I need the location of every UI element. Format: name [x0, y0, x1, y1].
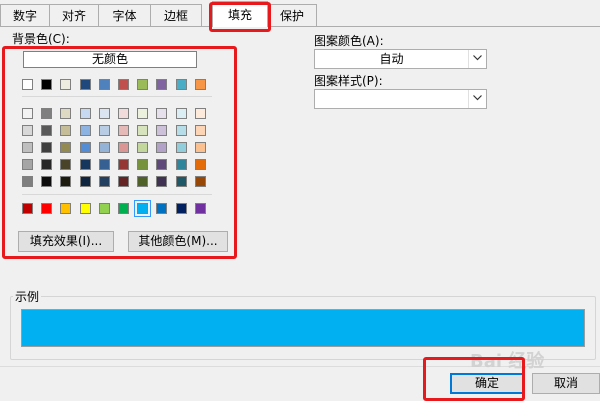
- color-swatch[interactable]: [194, 159, 206, 170]
- color-swatch[interactable]: [41, 142, 53, 153]
- color-swatch[interactable]: [137, 79, 149, 90]
- color-swatch[interactable]: [98, 142, 110, 153]
- color-swatch[interactable]: [175, 176, 187, 187]
- color-swatch[interactable]: [60, 142, 72, 153]
- color-swatch[interactable]: [137, 108, 149, 119]
- color-swatch[interactable]: [156, 159, 168, 170]
- color-swatch[interactable]: [118, 203, 129, 214]
- color-swatch[interactable]: [60, 108, 72, 119]
- color-swatch[interactable]: [60, 79, 72, 90]
- color-swatch[interactable]: [137, 176, 149, 187]
- color-swatch[interactable]: [134, 200, 152, 217]
- tab-protection[interactable]: 保护: [267, 4, 317, 26]
- color-swatch[interactable]: [194, 142, 206, 153]
- color-swatch[interactable]: [137, 125, 149, 136]
- color-swatch[interactable]: [118, 142, 129, 153]
- color-swatch[interactable]: [118, 79, 129, 90]
- color-swatch[interactable]: [194, 125, 206, 136]
- color-swatch[interactable]: [194, 203, 206, 214]
- pattern-color-dropdown[interactable]: 自动: [314, 49, 487, 69]
- color-swatch[interactable]: [79, 203, 91, 214]
- color-swatch[interactable]: [175, 79, 187, 90]
- color-swatch[interactable]: [79, 125, 91, 136]
- color-swatch[interactable]: [118, 176, 129, 187]
- color-swatch[interactable]: [175, 203, 187, 214]
- color-swatch[interactable]: [175, 108, 187, 119]
- tab-font[interactable]: 字体: [98, 4, 151, 26]
- color-swatch[interactable]: [41, 79, 53, 90]
- color-swatch[interactable]: [22, 125, 33, 136]
- color-swatch[interactable]: [118, 159, 129, 170]
- color-swatch[interactable]: [60, 203, 72, 214]
- chevron-down-icon[interactable]: [468, 90, 486, 108]
- background-palette: 无颜色 填充效果(I)... 其他颜色(M)...: [12, 48, 228, 256]
- color-swatch[interactable]: [98, 203, 110, 214]
- color-swatch[interactable]: [60, 125, 72, 136]
- pattern-color-label: 图案颜色(A):: [314, 34, 384, 48]
- color-swatch[interactable]: [41, 108, 53, 119]
- color-swatch[interactable]: [22, 203, 33, 214]
- tab-border[interactable]: 边框: [150, 4, 202, 26]
- color-swatch[interactable]: [194, 79, 206, 90]
- color-swatch[interactable]: [137, 159, 149, 170]
- palette-divider: [22, 96, 212, 97]
- pattern-color-value: 自动: [379, 52, 404, 66]
- tab-fill[interactable]: 填充: [212, 1, 268, 27]
- color-swatch[interactable]: [156, 79, 168, 90]
- color-swatch[interactable]: [79, 142, 91, 153]
- color-swatch[interactable]: [22, 176, 33, 187]
- color-swatch[interactable]: [79, 159, 91, 170]
- color-swatch[interactable]: [79, 176, 91, 187]
- color-swatch[interactable]: [194, 176, 206, 187]
- tab-number[interactable]: 数字: [0, 4, 50, 26]
- color-swatch[interactable]: [60, 176, 72, 187]
- sample-label: 示例: [13, 288, 42, 305]
- color-swatch[interactable]: [175, 159, 187, 170]
- cancel-button[interactable]: 取消: [532, 373, 600, 394]
- color-swatch[interactable]: [98, 159, 110, 170]
- color-swatch[interactable]: [118, 125, 129, 136]
- color-swatch[interactable]: [98, 176, 110, 187]
- ok-button[interactable]: 确定: [450, 373, 524, 394]
- color-swatch[interactable]: [22, 142, 33, 153]
- color-swatch[interactable]: [41, 159, 53, 170]
- color-swatch[interactable]: [156, 142, 168, 153]
- pattern-style-label: 图案样式(P):: [314, 74, 383, 88]
- color-swatch[interactable]: [175, 142, 187, 153]
- more-colors-button[interactable]: 其他颜色(M)...: [128, 231, 228, 252]
- pattern-style-dropdown[interactable]: [314, 89, 487, 109]
- color-swatch[interactable]: [22, 79, 33, 90]
- color-swatch[interactable]: [60, 159, 72, 170]
- color-swatch[interactable]: [156, 108, 168, 119]
- color-swatch[interactable]: [137, 142, 149, 153]
- color-swatch[interactable]: [98, 108, 110, 119]
- no-color-button[interactable]: 无颜色: [23, 51, 197, 68]
- color-swatch[interactable]: [79, 79, 91, 90]
- color-swatch[interactable]: [22, 108, 33, 119]
- fill-effects-button[interactable]: 填充效果(I)...: [18, 231, 114, 252]
- tab-alignment[interactable]: 对齐: [49, 4, 99, 26]
- color-swatch[interactable]: [156, 176, 168, 187]
- watermark: Bai 经验: [470, 351, 545, 372]
- color-swatch[interactable]: [156, 203, 168, 214]
- background-color-label: 背景色(C):: [12, 32, 70, 46]
- color-swatch[interactable]: [156, 125, 168, 136]
- tab-bar: 数字 对齐 字体 边框 填充 保护: [0, 0, 600, 27]
- sample-preview: [21, 309, 585, 347]
- color-swatch[interactable]: [98, 125, 110, 136]
- color-swatch[interactable]: [22, 159, 33, 170]
- color-swatch[interactable]: [98, 79, 110, 90]
- color-swatch[interactable]: [79, 108, 91, 119]
- color-swatch[interactable]: [175, 125, 187, 136]
- chevron-down-icon[interactable]: [468, 50, 486, 68]
- color-swatch[interactable]: [194, 108, 206, 119]
- color-swatch[interactable]: [41, 203, 53, 214]
- color-swatch[interactable]: [118, 108, 129, 119]
- palette-divider: [22, 194, 212, 195]
- color-swatch[interactable]: [41, 176, 53, 187]
- color-swatch[interactable]: [41, 125, 53, 136]
